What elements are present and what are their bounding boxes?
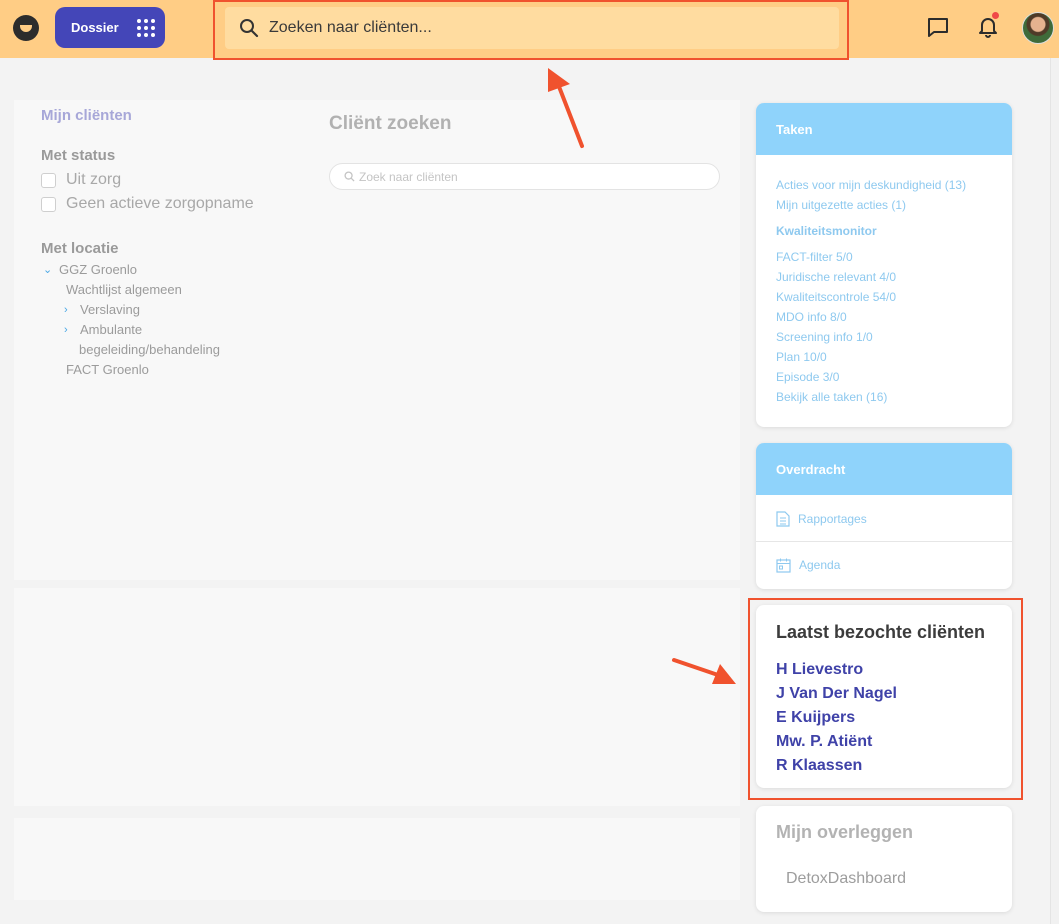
task-link[interactable]: MDO info 8/0 (776, 310, 847, 324)
app-logo-icon[interactable] (13, 15, 39, 41)
tasks-card: Taken Acties voor mijn deskundigheid (13… (756, 103, 1012, 427)
chevron-down-icon[interactable]: ⌄ (43, 263, 53, 276)
status-filter-uit-zorg[interactable]: Uit zorg (41, 171, 121, 189)
meetings-card: Mijn overleggen DetoxDashboard (756, 806, 1012, 912)
dossier-button-label: Dossier (71, 20, 119, 35)
location-fact-groenlo[interactable]: FACT Groenlo (66, 362, 149, 377)
location-wachtlijst[interactable]: Wachtlijst algemeen (66, 282, 182, 297)
handover-card: Overdracht Rapportages Agenda (756, 443, 1012, 589)
chevron-right-icon[interactable]: › (64, 304, 74, 316)
reports-link[interactable]: Rapportages (756, 496, 1012, 542)
task-link[interactable]: Acties voor mijn deskundigheid (13) (776, 178, 966, 192)
my-clients-link[interactable]: Mijn cliënten (41, 107, 132, 124)
annotation-arrow-up-icon (548, 68, 584, 148)
task-link[interactable]: FACT-filter 5/0 (776, 250, 853, 264)
chevron-right-icon[interactable]: › (64, 324, 74, 336)
quality-monitor-heading: Kwaliteitsmonitor (776, 224, 877, 238)
apps-grid-icon (136, 18, 155, 37)
task-link[interactable]: Episode 3/0 (776, 370, 839, 384)
tasks-card-title: Taken (756, 103, 1012, 155)
meetings-title: Mijn overleggen (776, 822, 914, 842)
location-label: Ambulante (80, 322, 143, 337)
location-label: Wachtlijst algemeen (66, 282, 182, 297)
search-icon (344, 171, 355, 182)
agenda-label: Agenda (799, 558, 841, 572)
checkbox[interactable] (41, 196, 56, 212)
location-label: begeleiding/behandeling (79, 342, 220, 357)
location-label: GGZ Groenlo (59, 262, 138, 277)
notification-dot (992, 12, 999, 19)
status-heading: Met status (41, 147, 116, 164)
checkbox-label: Geen actieve zorgopname (66, 195, 254, 212)
bell-icon (979, 18, 997, 38)
notifications-button[interactable] (978, 12, 999, 43)
handover-card-title: Overdracht (756, 443, 1012, 495)
location-label: Verslaving (80, 302, 140, 317)
location-label: FACT Groenlo (66, 362, 149, 377)
task-link[interactable]: Screening info 1/0 (776, 330, 873, 344)
location-heading: Met locatie (41, 240, 119, 257)
task-link[interactable]: Juridische relevant 4/0 (776, 270, 896, 284)
client-search-box[interactable] (329, 163, 720, 190)
location-ggz-groenlo[interactable]: ⌄ GGZ Groenlo (43, 262, 137, 277)
location-ambulante-cont[interactable]: begeleiding/behandeling (79, 342, 220, 357)
client-search-input[interactable] (359, 169, 699, 184)
checkbox-label: Uit zorg (66, 171, 122, 188)
reports-label: Rapportages (798, 511, 867, 526)
task-link[interactable]: Mijn uitgezette acties (1) (776, 198, 906, 212)
checkbox[interactable] (41, 172, 56, 188)
chat-bubble-icon (928, 18, 948, 37)
document-icon (776, 510, 790, 527)
task-link[interactable]: Plan 10/0 (776, 350, 827, 364)
calendar-icon (776, 558, 791, 573)
content-panel-bottom (14, 818, 740, 900)
recent-clients-highlight-box (748, 598, 1023, 800)
user-avatar[interactable] (1022, 12, 1054, 44)
dossier-menu-button[interactable]: Dossier (55, 7, 165, 48)
location-ambulante[interactable]: › Ambulante (64, 322, 142, 337)
scrollbar[interactable] (1050, 58, 1059, 924)
location-verslaving[interactable]: › Verslaving (64, 302, 140, 317)
search-highlight-box (213, 0, 849, 60)
agenda-link[interactable]: Agenda (756, 542, 1012, 588)
task-link[interactable]: Kwaliteitscontrole 54/0 (776, 290, 896, 304)
annotation-arrow-right-icon (672, 658, 736, 684)
view-all-tasks-link[interactable]: Bekijk alle taken (16) (776, 390, 887, 404)
meeting-link[interactable]: DetoxDashboard (786, 870, 906, 888)
content-panel (14, 588, 740, 806)
client-search-title: Cliënt zoeken (329, 113, 452, 134)
status-filter-geen-zorgopname[interactable]: Geen actieve zorgopname (41, 195, 254, 213)
messages-button[interactable] (927, 16, 949, 43)
